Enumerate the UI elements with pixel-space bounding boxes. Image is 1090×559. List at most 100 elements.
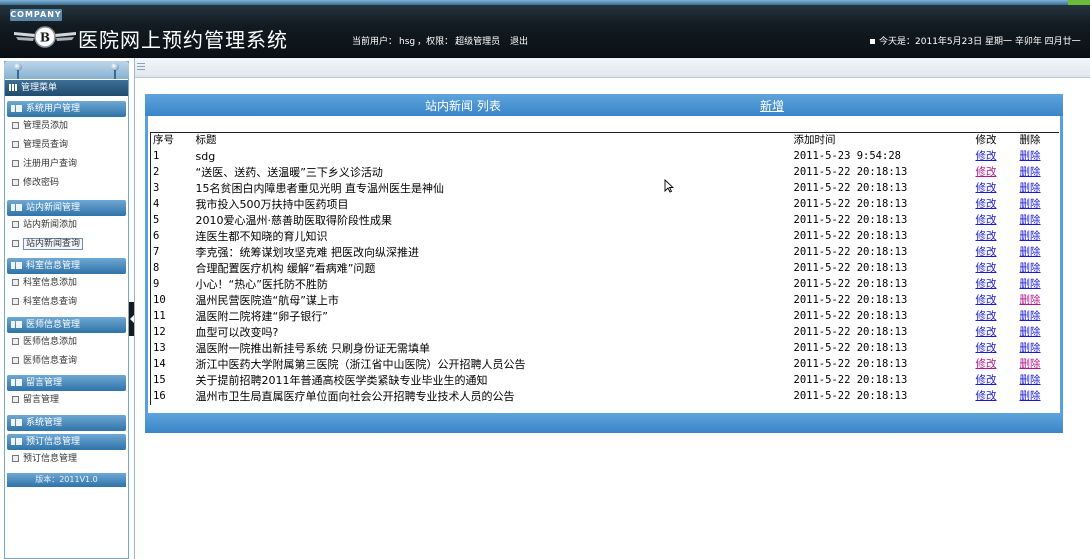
add-news-link[interactable]: 新增 — [760, 97, 784, 114]
menu-item-news-add[interactable]: 站内新闻添加 — [5, 216, 128, 235]
menu-head-system[interactable]: 系统管理 — [7, 415, 126, 431]
row-number: 2 — [150, 164, 194, 181]
row-title: 连医生都不知晓的育儿知识 — [195, 230, 328, 243]
menu-head-label: 医师信息管理 — [26, 320, 81, 330]
logout-link[interactable]: 退出 — [510, 34, 528, 47]
content-toolbar-strip — [135, 58, 1090, 78]
menu-item-news-query[interactable]: 站内新闻查询 — [5, 235, 128, 254]
delete-link[interactable]: 删除 — [1020, 182, 1041, 194]
folder-icon — [11, 379, 22, 386]
menu-item-doctor-query[interactable]: 医师信息查询 — [5, 352, 128, 371]
row-title: 2010爱心温州·慈善助医取得阶段性成果 — [195, 214, 393, 227]
delete-link[interactable]: 删除 — [1020, 246, 1041, 258]
table-row: 11 温医附二院将建“卵子银行” 2011-5-22 20:18:13 修改 删除 — [150, 308, 1059, 325]
row-edit-cell: 修改 — [974, 373, 1018, 389]
edit-link[interactable]: 修改 — [976, 214, 997, 226]
menu-item-label: 站内新闻查询 — [23, 238, 84, 250]
row-number: 8 — [150, 260, 194, 277]
edit-link[interactable]: 修改 — [976, 310, 997, 322]
edit-link[interactable]: 修改 — [976, 342, 997, 354]
delete-link[interactable]: 删除 — [1020, 390, 1041, 402]
delete-link[interactable]: 删除 — [1020, 294, 1041, 306]
frame-divider — [134, 58, 135, 559]
edit-link[interactable]: 修改 — [976, 246, 997, 258]
edit-link[interactable]: 修改 — [976, 278, 997, 290]
row-number: 6 — [150, 228, 194, 245]
delete-link[interactable]: 删除 — [1020, 166, 1041, 178]
row-edit-cell: 修改 — [974, 293, 1018, 309]
edit-link[interactable]: 修改 — [976, 262, 997, 274]
table-row: 13 温医附一院推出新挂号系统 只刷身份证无需填单 2011-5-22 20:18:… — [150, 340, 1059, 357]
menu-item-booking-manage[interactable]: 预订信息管理 — [5, 450, 128, 469]
menu-head-bookings[interactable]: 预订信息管理 — [7, 434, 126, 450]
row-number: 12 — [150, 324, 194, 341]
menu-head-departments[interactable]: 科室信息管理 — [7, 258, 126, 274]
edit-link[interactable]: 修改 — [976, 294, 997, 306]
menu-head-messages[interactable]: 留言管理 — [7, 375, 126, 391]
menu-item-doctor-add[interactable]: 医师信息添加 — [5, 333, 128, 352]
menu-title-bar: 管理菜单 — [5, 80, 128, 96]
menu-item-user-query[interactable]: 注册用户查询 — [5, 155, 128, 174]
edit-link[interactable]: 修改 — [976, 326, 997, 338]
menu-head-label: 系统用户管理 — [26, 104, 81, 114]
edit-link[interactable]: 修改 — [976, 230, 997, 242]
row-time: 2011-5-22 20:18:13 — [793, 230, 908, 242]
today-label: 今天是： — [879, 37, 916, 47]
menu-group-news: 站内新闻管理 站内新闻添加 站内新闻查询 — [5, 200, 128, 254]
row-title: 我市投入500万扶持中医药项目 — [195, 198, 349, 211]
delete-link[interactable]: 删除 — [1020, 326, 1041, 338]
delete-link[interactable]: 删除 — [1020, 198, 1041, 210]
menu-item-dept-query[interactable]: 科室信息查询 — [5, 293, 128, 312]
menu-head-label: 科室信息管理 — [26, 261, 81, 271]
page-icon — [12, 338, 19, 345]
edit-link[interactable]: 修改 — [976, 150, 997, 162]
menu-item-label: 注册用户查询 — [23, 159, 78, 169]
menu-item-admin-add[interactable]: 管理员添加 — [5, 117, 128, 136]
mouse-pointer-icon — [664, 179, 674, 193]
edit-link[interactable]: 修改 — [976, 198, 997, 210]
row-number: 16 — [150, 388, 194, 405]
table-row: 3 15名贫困白内障患者重见光明 直专温州医生是神仙 2011-5-22 20:18… — [150, 180, 1059, 197]
edit-link[interactable]: 修改 — [976, 166, 997, 178]
window-corner-button[interactable] — [1068, 0, 1090, 5]
table-row: 10 温州民营医院造“航母”谋上市 2011-5-22 20:18:13 修改 删除 — [150, 292, 1059, 309]
app-title: 医院网上预约管理系统 — [78, 28, 288, 52]
header-top-strip — [0, 0, 1090, 5]
menu-item-dept-add[interactable]: 科室信息添加 — [5, 274, 128, 293]
row-edit-cell: 修改 — [974, 389, 1018, 405]
row-edit-cell: 修改 — [974, 341, 1018, 357]
edit-link[interactable]: 修改 — [976, 374, 997, 386]
delete-link[interactable]: 删除 — [1020, 214, 1041, 226]
menu-head-label: 留言管理 — [26, 378, 63, 388]
row-delete-cell: 删除 — [1018, 341, 1059, 357]
row-title: 15名贫困白内障患者重见光明 直专温州医生是神仙 — [195, 182, 445, 195]
delete-link[interactable]: 删除 — [1020, 374, 1041, 386]
delete-link[interactable]: 删除 — [1020, 278, 1041, 290]
row-time: 2011-5-23 9:54:28 — [793, 150, 901, 162]
menu-head-news[interactable]: 站内新闻管理 — [7, 200, 126, 216]
current-user-info: 当前用户： hsg ，权限： 超级管理员 — [352, 34, 502, 47]
row-delete-cell: 删除 — [1018, 197, 1059, 213]
row-delete-cell: 删除 — [1018, 213, 1059, 229]
page-icon — [12, 141, 19, 148]
edit-link[interactable]: 修改 — [976, 358, 997, 370]
delete-link[interactable]: 删除 — [1020, 310, 1041, 322]
menu-item-change-password[interactable]: 修改密码 — [5, 174, 128, 193]
menu-item-admin-query[interactable]: 管理员查询 — [5, 136, 128, 155]
delete-link[interactable]: 删除 — [1020, 230, 1041, 242]
edit-link[interactable]: 修改 — [976, 390, 997, 402]
delete-link[interactable]: 删除 — [1020, 358, 1041, 370]
row-delete-cell: 删除 — [1018, 165, 1059, 181]
menu-head-doctors[interactable]: 医师信息管理 — [7, 317, 126, 333]
panel-body: 序号 标题 添加时间 修改 删除 1 sdg 2011-5-23 9:54:28 修改… — [145, 116, 1063, 413]
row-delete-cell: 删除 — [1018, 309, 1059, 325]
edit-link[interactable]: 修改 — [976, 182, 997, 194]
menu-head-label: 站内新闻管理 — [26, 203, 81, 213]
delete-link[interactable]: 删除 — [1020, 150, 1041, 162]
menu-item-label: 医师信息添加 — [23, 337, 78, 347]
menu-item-message-manage[interactable]: 留言管理 — [5, 391, 128, 410]
row-title: 关于提前招聘2011年普通高校医学类紧缺专业毕业生的通知 — [195, 374, 488, 387]
delete-link[interactable]: 删除 — [1020, 262, 1041, 274]
delete-link[interactable]: 删除 — [1020, 342, 1041, 354]
menu-head-system-users[interactable]: 系统用户管理 — [7, 101, 126, 117]
